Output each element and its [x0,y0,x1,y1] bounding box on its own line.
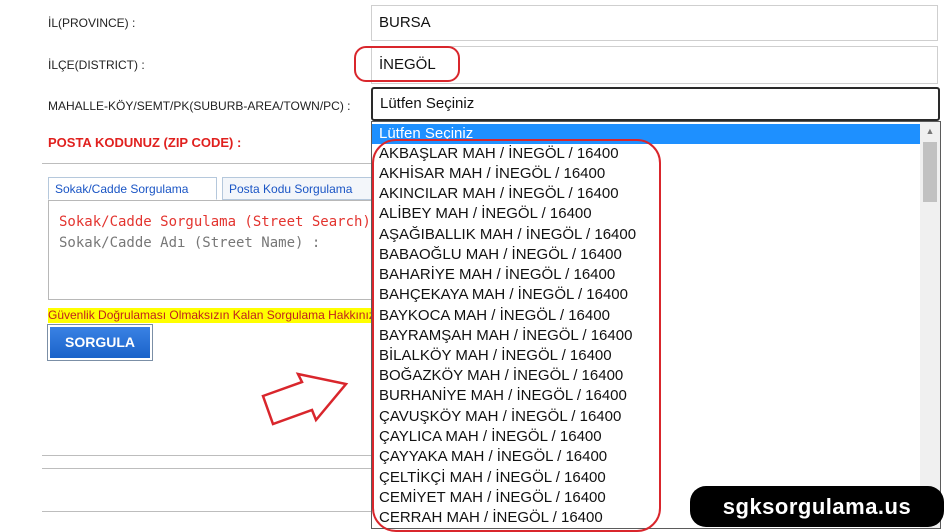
district-label: İLÇE(DISTRICT) : [48,58,145,72]
divider [42,511,372,512]
tab-postal-code-search[interactable]: Posta Kodu Sorgulama [222,177,377,200]
divider [42,455,372,456]
query-button[interactable]: SORGULA [50,327,150,358]
street-name-label: Sokak/Cadde Adı (Street Name) : [59,235,321,251]
street-search-panel: Sokak/Cadde Sorgulama (Street Search) So… [48,200,374,300]
divider [42,468,372,469]
scrollbar-thumb[interactable] [923,142,937,202]
outline-arrow-icon [261,372,349,426]
query-button-frame: SORGULA [47,324,153,361]
district-highlight-oval [354,46,460,82]
province-label: İL(PROVINCE) : [48,16,136,30]
divider [42,163,372,164]
zip-code-label: POSTA KODUNUZ (ZIP CODE) : [48,135,242,150]
street-search-title: Sokak/Cadde Sorgulama (Street Search) [59,214,371,230]
province-field[interactable]: BURSA [371,5,938,41]
suburb-label: MAHALLE-KÖY/SEMT/PK(SUBURB-AREA/TOWN/PC)… [48,99,351,113]
site-watermark: sgksorgulama.us [690,486,944,527]
scroll-up-arrow-icon[interactable]: ▲ [920,123,940,140]
query-limit-warning: Güvenlik Doğrulaması Olmaksızın Kalan So… [48,308,372,323]
suburb-select[interactable]: Lütfen Seçiniz [371,87,940,121]
options-highlight-oval [372,139,661,532]
tab-street-search[interactable]: Sokak/Cadde Sorgulama [48,177,217,200]
dropdown-scrollbar[interactable]: ▲ [920,122,940,528]
